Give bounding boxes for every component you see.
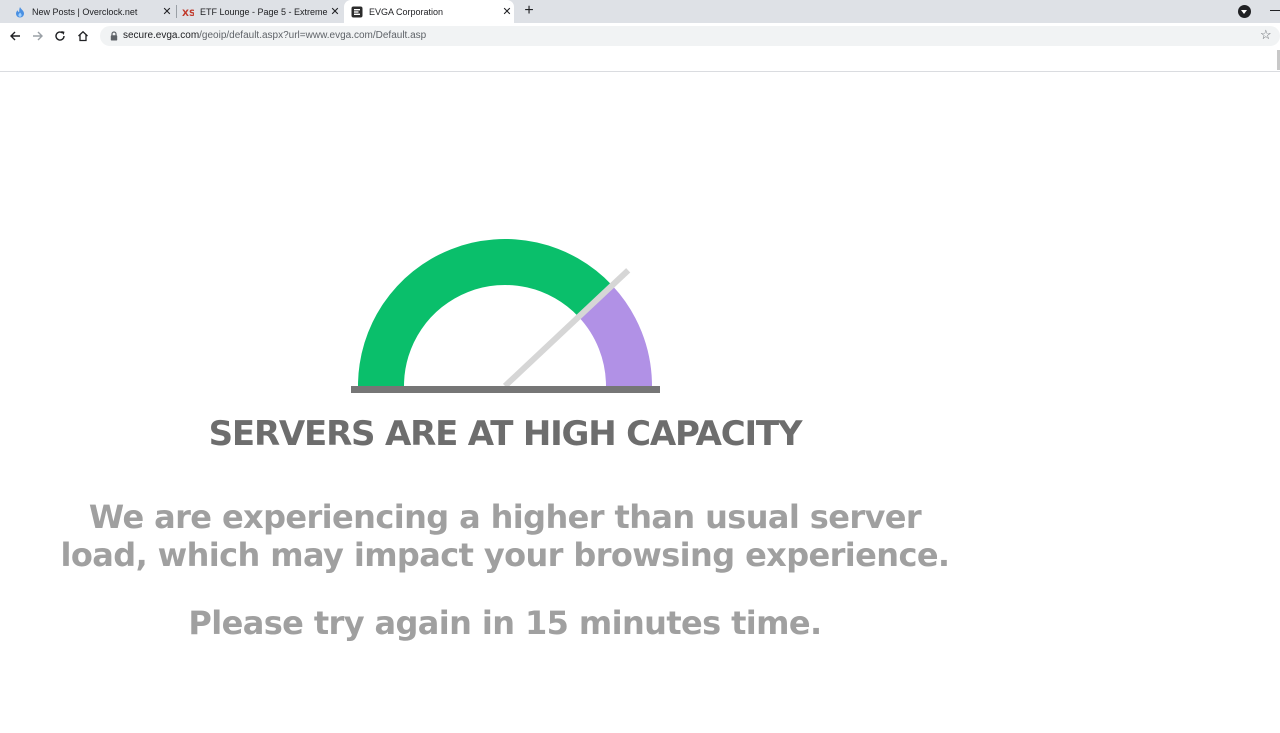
lock-icon[interactable]: [110, 31, 118, 41]
tab-strip: New Posts | Overclock.net ✕ XS ETF Loung…: [0, 0, 1280, 23]
home-icon: [78, 30, 88, 42]
profile-menu-icon[interactable]: [1238, 5, 1251, 18]
close-tab-icon[interactable]: ✕: [328, 5, 342, 19]
url-host: secure.evga.com: [123, 30, 200, 41]
gauge-base-line: [351, 386, 660, 393]
xs-logo-icon: XS: [182, 9, 194, 18]
page-headline: SERVERS ARE AT HIGH CAPACITY: [208, 414, 803, 454]
overclock-flame-icon: [16, 6, 24, 17]
toolbar-divider: [0, 71, 1280, 72]
back-arrow-icon: [10, 31, 20, 41]
tab-title: EVGA Corporation: [369, 6, 444, 17]
gauge-normal-segment: [358, 239, 613, 386]
tab-title: New Posts | Overclock.net: [32, 6, 138, 17]
minimize-window-icon[interactable]: [1270, 10, 1280, 11]
tab-evga[interactable]: EVGA Corporation ✕: [344, 0, 514, 23]
forward-arrow-icon: [33, 31, 43, 41]
tab-overclock[interactable]: New Posts | Overclock.net ✕: [10, 0, 174, 23]
capacity-gauge: [351, 239, 660, 393]
server-load-message-line-2: load, which may impact your browsing exp…: [60, 536, 951, 574]
evga-logo-icon: [351, 6, 363, 17]
url-path: /geoip/default.aspx?url=www.evga.com/Def…: [199, 30, 427, 41]
server-load-message-line-1: We are experiencing a higher than usual …: [88, 498, 922, 536]
close-tab-icon[interactable]: ✕: [500, 5, 514, 19]
forward-button[interactable]: [29, 27, 47, 45]
browser-toolbar: secure.evga.com/geoip/default.aspx?url=w…: [0, 23, 1280, 49]
retry-message: Please try again in 15 minutes time.: [188, 604, 822, 642]
url-text: secure.evga.com/geoip/default.aspx?url=w…: [123, 30, 426, 41]
reload-button[interactable]: [51, 27, 69, 45]
back-button[interactable]: [6, 27, 24, 45]
new-tab-button[interactable]: +: [520, 2, 538, 20]
svg-text:XS: XS: [182, 9, 194, 18]
tab-separator: [176, 5, 177, 18]
address-bar[interactable]: secure.evga.com/geoip/default.aspx?url=w…: [100, 26, 1280, 46]
reload-icon: [55, 31, 65, 41]
home-button[interactable]: [74, 27, 92, 45]
tab-etf-lounge[interactable]: XS ETF Lounge - Page 5 - Extreme Tech ✕: [178, 0, 342, 23]
tab-title: ETF Lounge - Page 5 - Extreme Tech: [200, 6, 328, 17]
close-tab-icon[interactable]: ✕: [160, 5, 174, 19]
bookmark-star-icon[interactable]: ☆: [1260, 27, 1272, 43]
